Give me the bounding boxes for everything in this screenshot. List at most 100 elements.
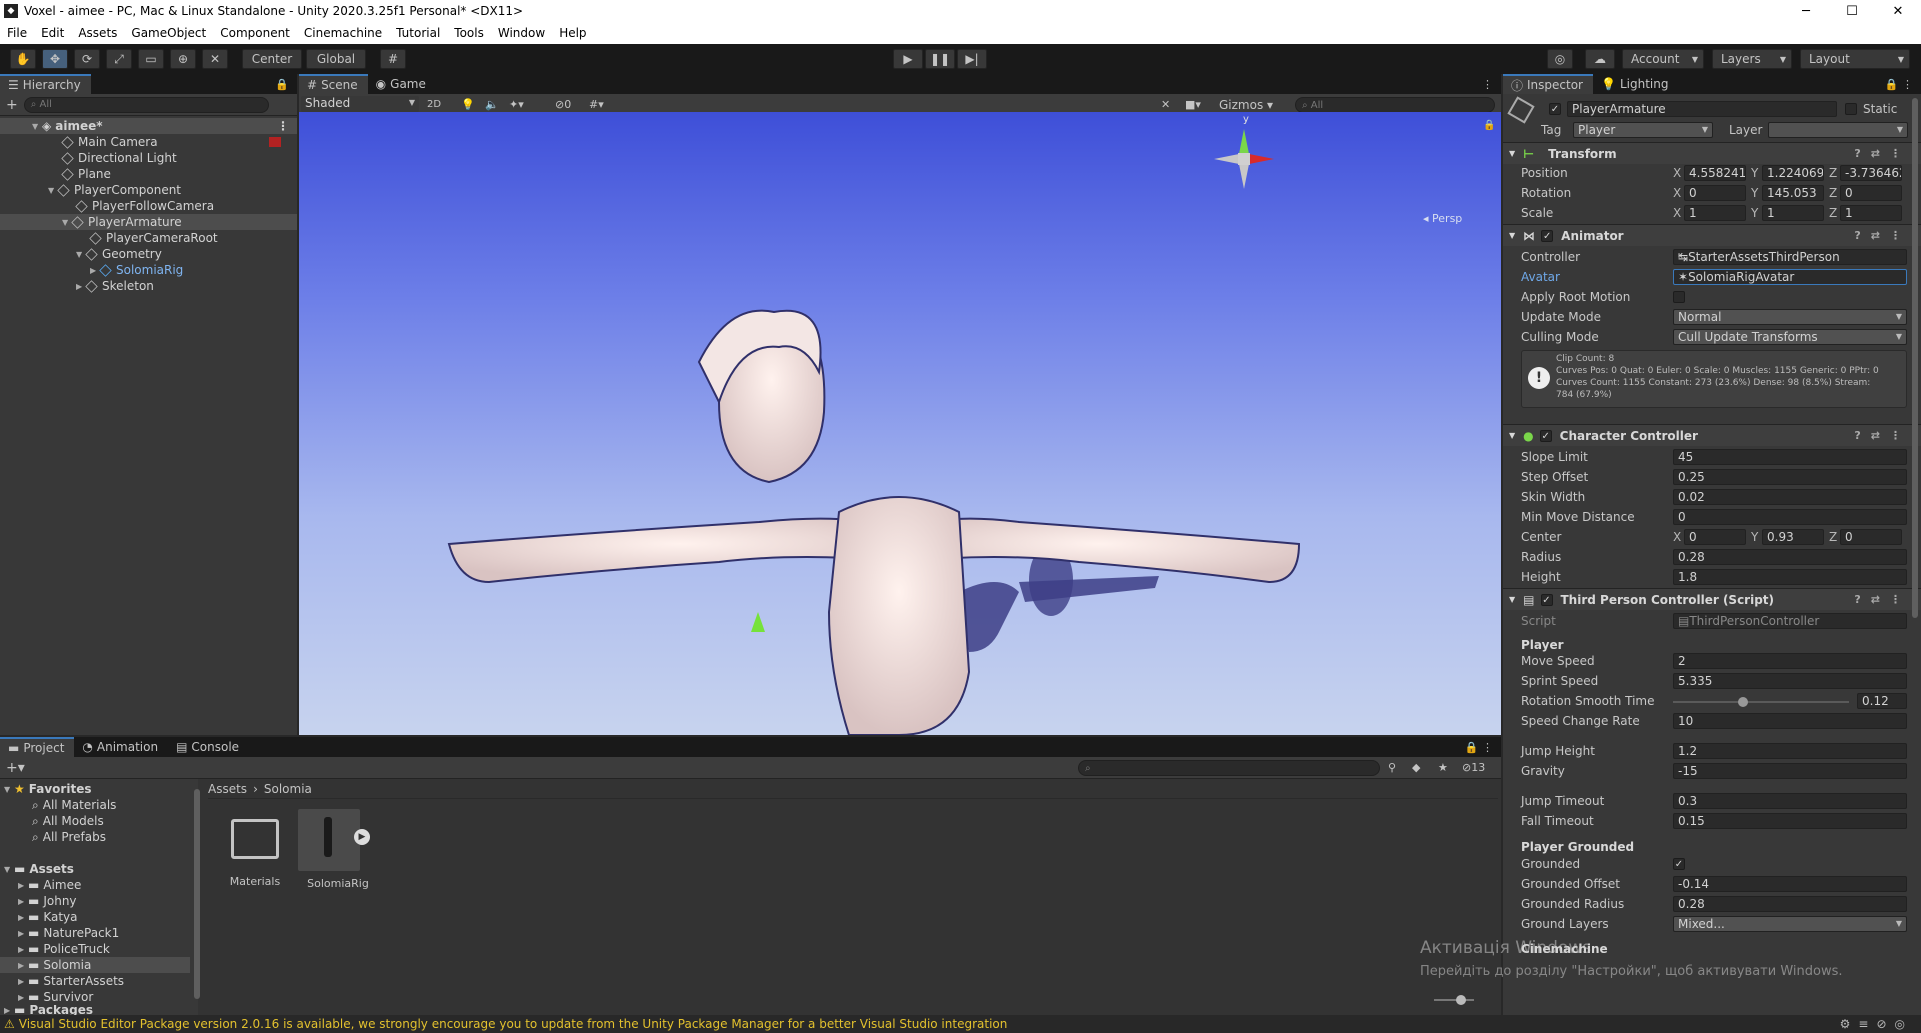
expand-arrow-icon[interactable]: ▼ bbox=[4, 785, 14, 794]
expand-arrow-icon[interactable]: ▶ bbox=[18, 881, 28, 890]
component-menu-icons[interactable]: ?⇄⋮ bbox=[1854, 429, 1911, 442]
character-controller-header[interactable]: ▼ ● ✓ Character Controller ?⇄⋮ bbox=[1503, 424, 1921, 446]
expand-arrow-icon[interactable]: ▶ bbox=[18, 913, 28, 922]
rect-tool-icon[interactable]: ▭ bbox=[138, 49, 164, 69]
step-button[interactable]: ▶| bbox=[957, 49, 987, 69]
expand-arrow-icon[interactable]: ▶ bbox=[4, 1006, 14, 1015]
ground-layers-dropdown[interactable]: Mixed... bbox=[1673, 916, 1907, 932]
active-checkbox[interactable]: ✓ bbox=[1549, 103, 1561, 115]
play-button[interactable]: ▶ bbox=[893, 49, 923, 69]
rotation-x-field[interactable]: 0 bbox=[1684, 185, 1746, 201]
pivot-global-button[interactable]: Global bbox=[306, 49, 366, 69]
menu-file[interactable]: File bbox=[0, 26, 34, 40]
scene-search[interactable]: ⌕ All bbox=[1295, 97, 1495, 113]
list-item[interactable]: ▼ Geometry bbox=[0, 246, 297, 262]
favorite-star-icon[interactable]: ★ bbox=[1438, 761, 1448, 774]
jump-height-field[interactable]: 1.2 bbox=[1673, 743, 1907, 759]
list-item[interactable]: ▶ ▬ Aimee bbox=[0, 877, 190, 893]
apply-root-motion-checkbox[interactable] bbox=[1673, 291, 1685, 303]
slope-limit-field[interactable]: 45 bbox=[1673, 449, 1907, 465]
scene-gizmo[interactable] bbox=[1209, 124, 1279, 194]
list-item[interactable]: PlayerFollowCamera bbox=[0, 198, 297, 214]
skin-width-field[interactable]: 0.02 bbox=[1673, 489, 1907, 505]
jump-timeout-field[interactable]: 0.3 bbox=[1673, 793, 1907, 809]
tab-lighting[interactable]: 💡 Lighting bbox=[1593, 74, 1678, 94]
position-x-field[interactable]: 4.558241 bbox=[1684, 165, 1746, 181]
list-item[interactable]: ▶ ▬ PoliceTruck bbox=[0, 941, 190, 957]
hidden-objects-count[interactable]: ⊘0 bbox=[555, 98, 571, 111]
perspective-label[interactable]: ◂ Persp bbox=[1423, 212, 1462, 225]
position-z-field[interactable]: -3.736462 bbox=[1840, 165, 1902, 181]
tab-console[interactable]: ▤ Console bbox=[168, 737, 249, 757]
position-y-field[interactable]: 1.224069 bbox=[1762, 165, 1824, 181]
more-icon[interactable]: ⋮ bbox=[1482, 78, 1493, 91]
grid-toggle-icon[interactable]: #▾ bbox=[589, 98, 604, 111]
sprint-speed-field[interactable]: 5.335 bbox=[1673, 673, 1907, 689]
close-button[interactable]: ✕ bbox=[1875, 4, 1921, 19]
avatar-field[interactable]: ✶SolomiaRigAvatar bbox=[1673, 269, 1907, 285]
tag-dropdown[interactable]: Player bbox=[1573, 122, 1713, 138]
status-icons[interactable]: ⚙≡⊘◎ bbox=[1840, 1017, 1913, 1031]
rotate-tool-icon[interactable]: ⟳ bbox=[74, 49, 100, 69]
list-item[interactable]: ▶ ▬ Katya bbox=[0, 909, 190, 925]
step-offset-field[interactable]: 0.25 bbox=[1673, 469, 1907, 485]
list-item[interactable]: ⌕ All Models bbox=[0, 813, 190, 829]
fall-timeout-field[interactable]: 0.15 bbox=[1673, 813, 1907, 829]
center-x-field[interactable]: 0 bbox=[1684, 529, 1746, 545]
asset-tile[interactable]: Materials bbox=[222, 809, 288, 899]
component-menu-icons[interactable]: ?⇄⋮ bbox=[1854, 229, 1911, 242]
move-tool-icon[interactable]: ✥ bbox=[42, 49, 68, 69]
scale-tool-icon[interactable]: ⤢ bbox=[106, 49, 132, 69]
component-menu-icons[interactable]: ?⇄⋮ bbox=[1854, 593, 1911, 606]
tab-hierarchy[interactable]: ☰ Hierarchy bbox=[0, 74, 91, 94]
filter-type-icon[interactable]: ⚲ bbox=[1388, 761, 1396, 774]
min-move-distance-field[interactable]: 0 bbox=[1673, 509, 1907, 525]
breadcrumb-assets[interactable]: Assets bbox=[208, 782, 247, 796]
account-dropdown[interactable]: Account ▼ bbox=[1622, 49, 1704, 69]
menu-tools[interactable]: Tools bbox=[447, 26, 491, 40]
layer-dropdown[interactable] bbox=[1768, 122, 1908, 138]
expand-arrow-icon[interactable]: ▶ bbox=[18, 897, 28, 906]
list-item[interactable]: ▼ PlayerComponent bbox=[0, 182, 297, 198]
list-item[interactable]: ▶ Skeleton bbox=[0, 278, 297, 294]
list-item[interactable]: ⌕ All Materials bbox=[0, 797, 190, 813]
menu-edit[interactable]: Edit bbox=[34, 26, 71, 40]
assets-row[interactable]: ▼ ▬ Assets bbox=[0, 861, 190, 877]
asset-tile[interactable]: ▶ SolomiaRig bbox=[298, 809, 378, 899]
culling-mode-dropdown[interactable]: Cull Update Transforms bbox=[1673, 329, 1907, 345]
list-item[interactable]: ▶ ▬ Solomia bbox=[0, 957, 190, 973]
component-menu-icons[interactable]: ?⇄⋮ bbox=[1854, 147, 1911, 160]
effects-toggle-icon[interactable]: ✦▾ bbox=[509, 98, 524, 111]
filter-label-icon[interactable]: ◆ bbox=[1412, 761, 1420, 774]
grounded-checkbox[interactable]: ✓ bbox=[1673, 858, 1685, 870]
rotation-smooth-field[interactable]: 0.12 bbox=[1857, 693, 1907, 709]
update-mode-dropdown[interactable]: Normal bbox=[1673, 309, 1907, 325]
grounded-radius-field[interactable]: 0.28 bbox=[1673, 896, 1907, 912]
2d-toggle[interactable]: 2D bbox=[427, 99, 441, 110]
expand-arrow-icon[interactable]: ▶ bbox=[18, 993, 28, 1002]
shading-mode-dropdown[interactable]: Shaded bbox=[301, 96, 419, 112]
menu-tutorial[interactable]: Tutorial bbox=[389, 26, 447, 40]
transform-header[interactable]: ▼ ⊢ Transform ?⇄⋮ bbox=[1503, 142, 1921, 164]
list-item[interactable]: Plane bbox=[0, 166, 297, 182]
expand-arrow-icon[interactable]: ▼ bbox=[32, 122, 42, 131]
thumbnail-size-slider[interactable] bbox=[1434, 995, 1474, 1005]
list-item[interactable]: ▶ ▬ Johny bbox=[0, 893, 190, 909]
maximize-button[interactable]: ☐ bbox=[1829, 4, 1875, 19]
expand-arrow-icon[interactable]: ▼ bbox=[1509, 595, 1515, 604]
rotation-smooth-slider[interactable] bbox=[1673, 697, 1849, 707]
list-item[interactable]: ▶ ▬ NaturePack1 bbox=[0, 925, 190, 941]
tools-icon[interactable]: ✕ bbox=[1161, 98, 1170, 111]
tab-animation[interactable]: ◔ Animation bbox=[74, 737, 168, 757]
packages-row[interactable]: ▶ ▬ Packages bbox=[0, 1005, 190, 1015]
hidden-packages-toggle[interactable]: ⊘13 bbox=[1462, 761, 1485, 774]
inspector-scrollbar[interactable] bbox=[1912, 98, 1918, 618]
menu-assets[interactable]: Assets bbox=[71, 26, 124, 40]
list-item[interactable]: ⌕ All Prefabs bbox=[0, 829, 190, 845]
expand-arrow-icon[interactable]: ▼ bbox=[1509, 149, 1515, 158]
menu-cinemachine[interactable]: Cinemachine bbox=[297, 26, 389, 40]
more-icon[interactable]: ⋮ bbox=[277, 119, 289, 133]
slider-knob[interactable] bbox=[1456, 995, 1466, 1005]
status-bar[interactable]: ⚠ Visual Studio Editor Package version 2… bbox=[0, 1015, 1921, 1033]
add-icon[interactable]: +▾ bbox=[6, 760, 25, 776]
